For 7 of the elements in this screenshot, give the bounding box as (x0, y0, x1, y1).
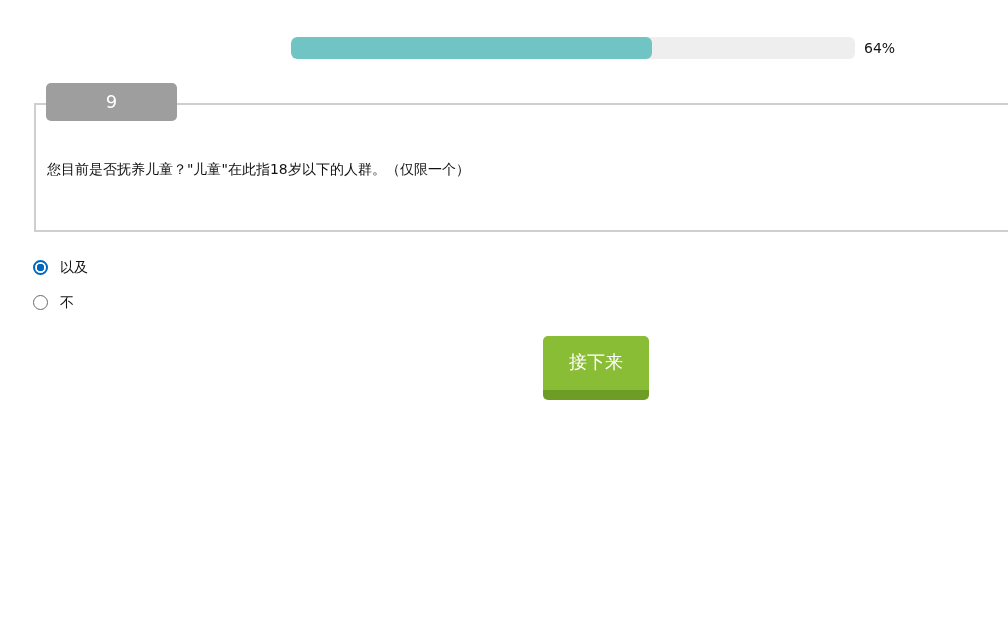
option-label[interactable]: 不 (60, 292, 74, 312)
radio-button[interactable] (33, 294, 48, 310)
radio-button[interactable] (33, 259, 48, 275)
option-label[interactable]: 以及 (60, 257, 88, 277)
question-number: 9 (46, 83, 177, 121)
progress-percent: 64% (864, 39, 896, 58)
question-text: 您目前是否抚养儿童？"儿童"在此指18岁以下的人群。（仅限一个） (47, 160, 471, 179)
